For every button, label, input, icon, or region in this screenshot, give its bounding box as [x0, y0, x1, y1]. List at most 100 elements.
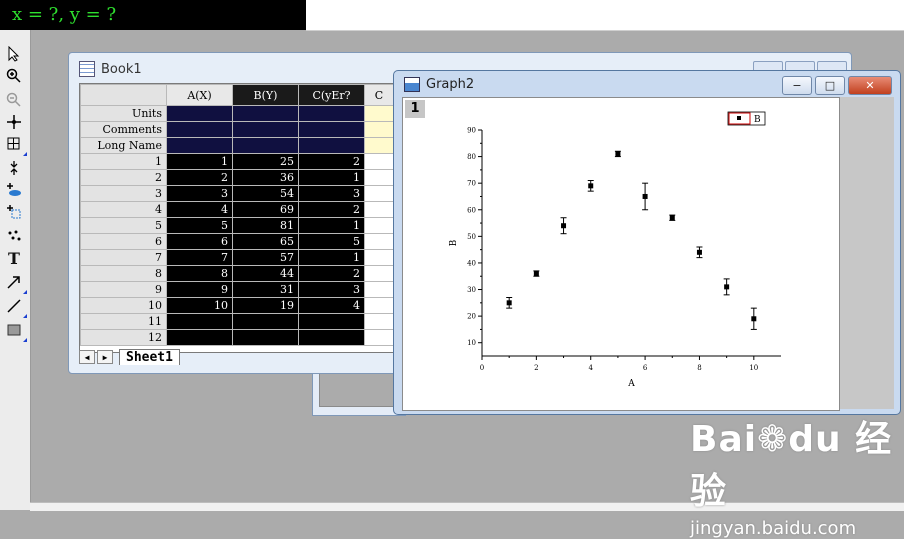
- table-row[interactable]: 6 6 65 5: [80, 233, 394, 250]
- cell-b[interactable]: 54: [232, 185, 299, 202]
- scatter-icon[interactable]: [4, 226, 24, 246]
- cell-d[interactable]: [364, 217, 394, 234]
- meta-cell[interactable]: [166, 121, 233, 138]
- cell-d[interactable]: [364, 185, 394, 202]
- cell-c[interactable]: [298, 313, 365, 330]
- table-row[interactable]: 2 2 36 1: [80, 169, 394, 186]
- arrow-icon[interactable]: [4, 272, 27, 294]
- cell-c[interactable]: 3: [298, 281, 365, 298]
- cell-d[interactable]: [364, 281, 394, 298]
- meta-row-label[interactable]: Long Name: [80, 137, 167, 154]
- cell-a[interactable]: [166, 313, 233, 330]
- cell-a[interactable]: [166, 329, 233, 346]
- row-number[interactable]: 10: [80, 297, 167, 314]
- cell-d[interactable]: [364, 297, 394, 314]
- row-number[interactable]: 5: [80, 217, 167, 234]
- cell-d[interactable]: [364, 153, 394, 170]
- cell-d[interactable]: [364, 169, 394, 186]
- cell-a[interactable]: 7: [166, 249, 233, 266]
- book-title-bar[interactable]: Book1: [79, 61, 142, 77]
- row-number[interactable]: 8: [80, 265, 167, 282]
- table-row[interactable]: 12: [80, 329, 394, 346]
- region-mask-icon[interactable]: [4, 202, 24, 222]
- meta-cell[interactable]: [232, 121, 299, 138]
- graph-close-button[interactable]: ✕: [848, 76, 892, 95]
- data-reader-icon[interactable]: [4, 180, 24, 200]
- graph-maximize-button[interactable]: □: [815, 76, 845, 95]
- cell-c[interactable]: 2: [298, 201, 365, 218]
- cell-c[interactable]: [298, 329, 365, 346]
- cell-d[interactable]: [364, 249, 394, 266]
- worksheet-grid[interactable]: A(X) B(Y) C(yEr? C Units Comments Long Nam…: [79, 83, 441, 353]
- cell-b[interactable]: [232, 313, 299, 330]
- data-selector-icon[interactable]: [4, 134, 27, 156]
- row-number[interactable]: 3: [80, 185, 167, 202]
- cell-c[interactable]: 5: [298, 233, 365, 250]
- line-icon[interactable]: [4, 296, 27, 318]
- meta-cell[interactable]: [298, 105, 365, 122]
- cell-a[interactable]: 10: [166, 297, 233, 314]
- cell-c[interactable]: 1: [298, 169, 365, 186]
- meta-cell[interactable]: [364, 105, 394, 122]
- meta-cell[interactable]: [232, 137, 299, 154]
- table-row[interactable]: 8 8 44 2: [80, 265, 394, 282]
- screen-reader-icon[interactable]: [4, 112, 24, 132]
- cell-a[interactable]: 5: [166, 217, 233, 234]
- background-window[interactable]: [312, 370, 406, 416]
- cell-b[interactable]: 65: [232, 233, 299, 250]
- cell-b[interactable]: 19: [232, 297, 299, 314]
- cell-a[interactable]: 6: [166, 233, 233, 250]
- table-row[interactable]: 10 10 19 4: [80, 297, 394, 314]
- cell-b[interactable]: [232, 329, 299, 346]
- meta-row-label[interactable]: Comments: [80, 121, 167, 138]
- corner-cell[interactable]: [80, 84, 167, 106]
- table-row[interactable]: 5 5 81 1: [80, 217, 394, 234]
- cell-a[interactable]: 2: [166, 169, 233, 186]
- cell-a[interactable]: 8: [166, 265, 233, 282]
- cell-a[interactable]: 9: [166, 281, 233, 298]
- meta-cell[interactable]: [166, 105, 233, 122]
- cell-b[interactable]: 31: [232, 281, 299, 298]
- cell-c[interactable]: 3: [298, 185, 365, 202]
- cell-b[interactable]: 44: [232, 265, 299, 282]
- next-sheet-button[interactable]: ▶: [97, 350, 113, 364]
- table-row[interactable]: 3 3 54 3: [80, 185, 394, 202]
- rectangle-icon[interactable]: [4, 320, 27, 342]
- scatter-plot[interactable]: 0 2 4 6 8 10 10 20 30 40 50 60 70 80 90 A B B: [403, 98, 839, 410]
- cell-c[interactable]: 2: [298, 153, 365, 170]
- mask-icon[interactable]: [4, 158, 24, 178]
- zoom-in-icon[interactable]: [4, 66, 24, 86]
- cell-d[interactable]: [364, 329, 394, 346]
- cell-c[interactable]: 1: [298, 217, 365, 234]
- meta-cell[interactable]: [298, 137, 365, 154]
- cell-a[interactable]: 1: [166, 153, 233, 170]
- meta-cell[interactable]: [166, 137, 233, 154]
- table-row[interactable]: 7 7 57 1: [80, 249, 394, 266]
- meta-cell[interactable]: [364, 137, 394, 154]
- row-number[interactable]: 12: [80, 329, 167, 346]
- graph-window[interactable]: Graph2 − □ ✕ 1 0 2 4 6 8 10 10 20 30 40 50 60 70 80 90…: [393, 70, 901, 415]
- row-number[interactable]: 2: [80, 169, 167, 186]
- row-number[interactable]: 9: [80, 281, 167, 298]
- cell-b[interactable]: 25: [232, 153, 299, 170]
- meta-row-label[interactable]: Units: [80, 105, 167, 122]
- zoom-out-icon[interactable]: [4, 90, 24, 110]
- row-number[interactable]: 4: [80, 201, 167, 218]
- cell-d[interactable]: [364, 265, 394, 282]
- row-number[interactable]: 1: [80, 153, 167, 170]
- meta-cell[interactable]: [364, 121, 394, 138]
- cell-b[interactable]: 57: [232, 249, 299, 266]
- row-number[interactable]: 6: [80, 233, 167, 250]
- text-icon[interactable]: T: [4, 248, 24, 268]
- meta-cell[interactable]: [232, 105, 299, 122]
- graph-minimize-button[interactable]: −: [782, 76, 812, 95]
- row-number[interactable]: 11: [80, 313, 167, 330]
- cell-c[interactable]: 2: [298, 265, 365, 282]
- graph-page[interactable]: 1 0 2 4 6 8 10 10 20 30 40 50 60 70 80 90 A B B: [402, 97, 840, 411]
- pointer-icon[interactable]: [4, 44, 24, 64]
- table-row[interactable]: 4 4 69 2: [80, 201, 394, 218]
- cell-b[interactable]: 69: [232, 201, 299, 218]
- previous-sheet-button[interactable]: ◀: [79, 350, 95, 364]
- table-row[interactable]: 1 1 25 2: [80, 153, 394, 170]
- cell-b[interactable]: 36: [232, 169, 299, 186]
